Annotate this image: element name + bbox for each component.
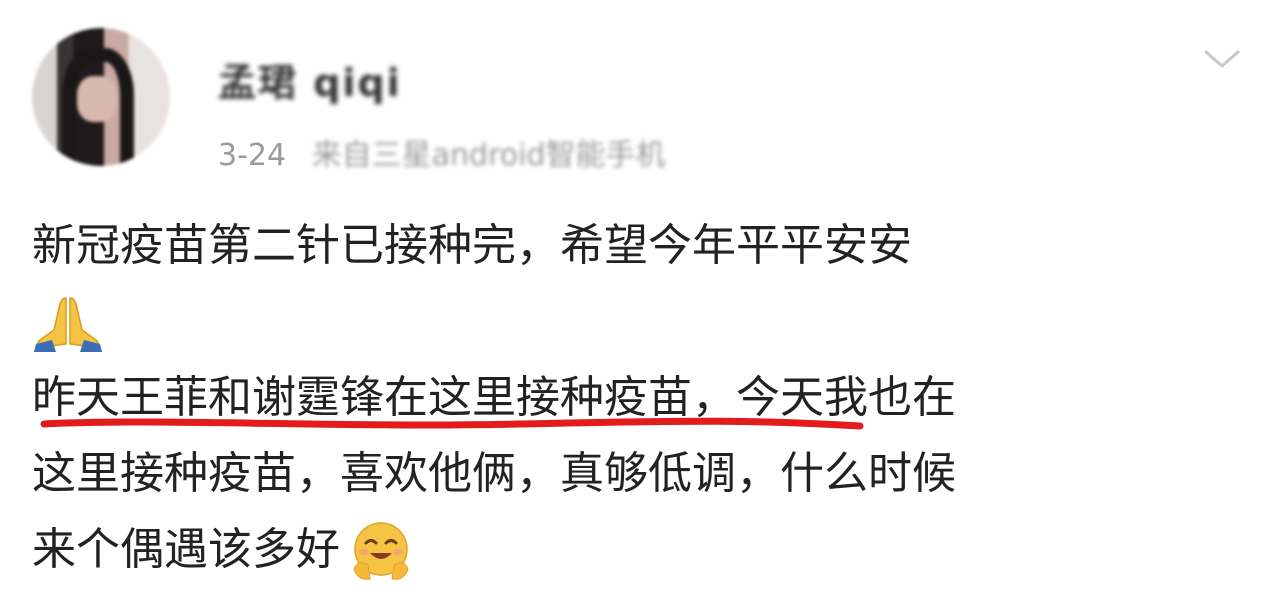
avatar-face: [77, 76, 117, 122]
chevron-down-icon[interactable]: [1202, 44, 1242, 74]
post-date: 3-24: [218, 138, 287, 173]
weibo-post: 孟珺 qiqi 3-24 来自三星android智能手机 新冠疫苗第二针已接种完…: [0, 0, 1266, 596]
folded-hands-emoji-icon: [34, 297, 102, 352]
red-highlight-underline: [40, 417, 864, 430]
avatar[interactable]: [32, 28, 170, 166]
smiling-face-emoji-icon: [353, 522, 409, 580]
post-source: 来自三星android智能手机: [311, 138, 666, 173]
post-text-line: [32, 284, 1242, 360]
post-text-line: 来个偶遇该多好: [32, 512, 1242, 588]
post-meta: 3-24 来自三星android智能手机: [218, 130, 666, 174]
post-body: 新冠疫苗第二针已接种完，希望今年平平安安 昨天王菲和谢霆锋在这里接种疫苗，今天我…: [32, 208, 1242, 588]
post-text-line: 这里接种疫苗，喜欢他俩，真够低调，什么时候: [32, 448, 956, 499]
username[interactable]: 孟珺 qiqi: [218, 52, 402, 107]
post-text-line: 新冠疫苗第二针已接种完，希望今年平平安安: [32, 220, 912, 271]
